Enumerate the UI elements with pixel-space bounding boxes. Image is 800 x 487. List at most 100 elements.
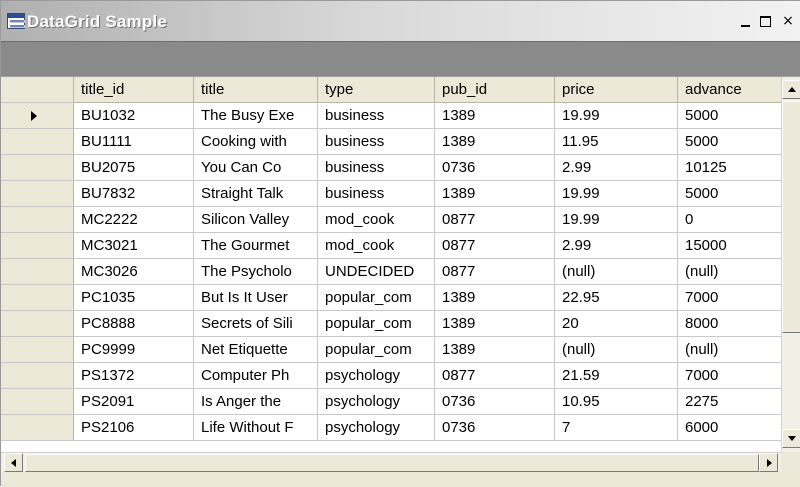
grid-cell-title-id[interactable]: BU2075: [74, 155, 194, 181]
grid-cell-title-id[interactable]: PC1035: [74, 285, 194, 311]
grid-cell-advance[interactable]: 5000: [678, 129, 781, 155]
grid-cell-advance[interactable]: 7000: [678, 285, 781, 311]
grid-cell-type[interactable]: psychology: [318, 363, 435, 389]
grid-cell-title[interactable]: Life Without F: [194, 415, 318, 441]
row-header[interactable]: [1, 129, 74, 155]
row-header[interactable]: [1, 311, 74, 337]
grid-cell-type[interactable]: popular_com: [318, 285, 435, 311]
minimize-button[interactable]: [738, 14, 754, 30]
grid-cell-title[interactable]: Cooking with: [194, 129, 318, 155]
grid-cell-type[interactable]: popular_com: [318, 311, 435, 337]
table-row[interactable]: BU1032 The Busy Exe business 1389 19.99 5000: [1, 103, 781, 129]
row-header[interactable]: [1, 103, 74, 129]
grid-cell-price[interactable]: 2.99: [555, 233, 678, 259]
grid-cell-type[interactable]: psychology: [318, 415, 435, 441]
table-row[interactable]: BU2075 You Can Co business 0736 2.99 10125: [1, 155, 781, 181]
grid-cell-advance[interactable]: 8000: [678, 311, 781, 337]
column-header-title[interactable]: title: [194, 77, 318, 103]
scroll-down-button[interactable]: [782, 429, 800, 448]
column-header-pub-id[interactable]: pub_id: [435, 77, 555, 103]
app-icon[interactable]: [7, 13, 25, 29]
table-row[interactable]: PC1035 But Is It User popular_com 1389 22.95…: [1, 285, 781, 311]
grid-cell-title[interactable]: Computer Ph: [194, 363, 318, 389]
grid-cell-title-id[interactable]: MC3026: [74, 259, 194, 285]
grid-cell-title[interactable]: Is Anger the: [194, 389, 318, 415]
grid-cell-title[interactable]: But Is It User: [194, 285, 318, 311]
grid-cell-title[interactable]: You Can Co: [194, 155, 318, 181]
grid-cell-type[interactable]: business: [318, 155, 435, 181]
grid-cell-advance[interactable]: 5000: [678, 103, 781, 129]
grid-cell-title-id[interactable]: MC3021: [74, 233, 194, 259]
grid-cell-type[interactable]: mod_cook: [318, 233, 435, 259]
table-row[interactable]: BU7832 Straight Talk business 1389 19.99 5000: [1, 181, 781, 207]
grid-cell-pub-id[interactable]: 0877: [435, 233, 555, 259]
row-header[interactable]: [1, 337, 74, 363]
grid-cell-pub-id[interactable]: 1389: [435, 337, 555, 363]
grid-cell-price[interactable]: 19.99: [555, 181, 678, 207]
grid-cell-title-id[interactable]: MC2222: [74, 207, 194, 233]
row-header[interactable]: [1, 155, 74, 181]
grid-cell-pub-id[interactable]: 0736: [435, 415, 555, 441]
vertical-scroll-thumb[interactable]: [782, 101, 800, 333]
grid-cell-type[interactable]: UNDECIDED: [318, 259, 435, 285]
grid-cell-type[interactable]: business: [318, 181, 435, 207]
row-header[interactable]: [1, 181, 74, 207]
table-row[interactable]: PS2106 Life Without Fpsychology 0736 7 6000: [1, 415, 781, 441]
grid-cell-pub-id[interactable]: 0877: [435, 363, 555, 389]
table-row[interactable]: PS2091 Is Anger the psychology 0736 10.95 227…: [1, 389, 781, 415]
close-button[interactable]: ×: [780, 14, 796, 30]
grid-cell-pub-id[interactable]: 1389: [435, 285, 555, 311]
grid-cell-advance[interactable]: 5000: [678, 181, 781, 207]
grid-cell-price[interactable]: 11.95: [555, 129, 678, 155]
grid-cell-pub-id[interactable]: 1389: [435, 311, 555, 337]
grid-cell-price[interactable]: 20: [555, 311, 678, 337]
table-row[interactable]: MC3021 The Gourmet mod_cook 0877 2.99 15000: [1, 233, 781, 259]
grid-cell-title[interactable]: The Psycholo: [194, 259, 318, 285]
grid-cell-title-id[interactable]: PC8888: [74, 311, 194, 337]
row-header[interactable]: [1, 233, 74, 259]
vertical-scrollbar[interactable]: [781, 77, 800, 452]
row-header[interactable]: [1, 363, 74, 389]
grid-cell-advance[interactable]: 10125: [678, 155, 781, 181]
row-header[interactable]: [1, 259, 74, 285]
grid-cell-title[interactable]: The Gourmet: [194, 233, 318, 259]
scroll-left-button[interactable]: [4, 453, 23, 472]
grid-cell-title-id[interactable]: PS1372: [74, 363, 194, 389]
column-header-title-id[interactable]: title_id: [74, 77, 194, 103]
grid-cell-pub-id[interactable]: 0736: [435, 389, 555, 415]
column-header-price[interactable]: price: [555, 77, 678, 103]
grid-cell-type[interactable]: popular_com: [318, 337, 435, 363]
table-row[interactable]: PC9999 Net Etiquette popular_com 1389 (null)…: [1, 337, 781, 363]
scroll-up-button[interactable]: [782, 80, 800, 99]
grid-cell-advance[interactable]: 15000: [678, 233, 781, 259]
grid-cell-type[interactable]: business: [318, 129, 435, 155]
maximize-button[interactable]: [758, 14, 774, 30]
data-grid[interactable]: title_id title type pub_id price advance…: [1, 77, 800, 487]
grid-cell-price[interactable]: 2.99: [555, 155, 678, 181]
row-header[interactable]: [1, 415, 74, 441]
column-header-type[interactable]: type: [318, 77, 435, 103]
grid-cell-advance[interactable]: 7000: [678, 363, 781, 389]
row-header[interactable]: [1, 207, 74, 233]
grid-cell-title-id[interactable]: BU1111: [74, 129, 194, 155]
grid-cell-pub-id[interactable]: 1389: [435, 181, 555, 207]
grid-cell-type[interactable]: psychology: [318, 389, 435, 415]
grid-cell-title-id[interactable]: PS2091: [74, 389, 194, 415]
horizontal-scroll-thumb[interactable]: [25, 454, 759, 472]
grid-cell-advance[interactable]: 2275: [678, 389, 781, 415]
table-row[interactable]: MC3026 The Psycholo UNDECIDED 0877 (null) (nu…: [1, 259, 781, 285]
grid-cell-price[interactable]: 10.95: [555, 389, 678, 415]
grid-cell-title-id[interactable]: BU1032: [74, 103, 194, 129]
grid-cell-advance[interactable]: 6000: [678, 415, 781, 441]
table-row[interactable]: BU1111 Cooking with business 1389 11.95 5000: [1, 129, 781, 155]
title-bar[interactable]: DataGrid Sample ×: [1, 1, 800, 41]
horizontal-scrollbar[interactable]: [1, 452, 781, 472]
grid-cell-price[interactable]: (null): [555, 337, 678, 363]
table-row[interactable]: MC2222 Silicon Valley mod_cook 0877 19.99 0: [1, 207, 781, 233]
grid-cell-advance[interactable]: 0: [678, 207, 781, 233]
grid-cell-title-id[interactable]: PC9999: [74, 337, 194, 363]
grid-cell-type[interactable]: business: [318, 103, 435, 129]
grid-cell-type[interactable]: mod_cook: [318, 207, 435, 233]
grid-cell-advance[interactable]: (null): [678, 337, 781, 363]
grid-cell-pub-id[interactable]: 1389: [435, 129, 555, 155]
